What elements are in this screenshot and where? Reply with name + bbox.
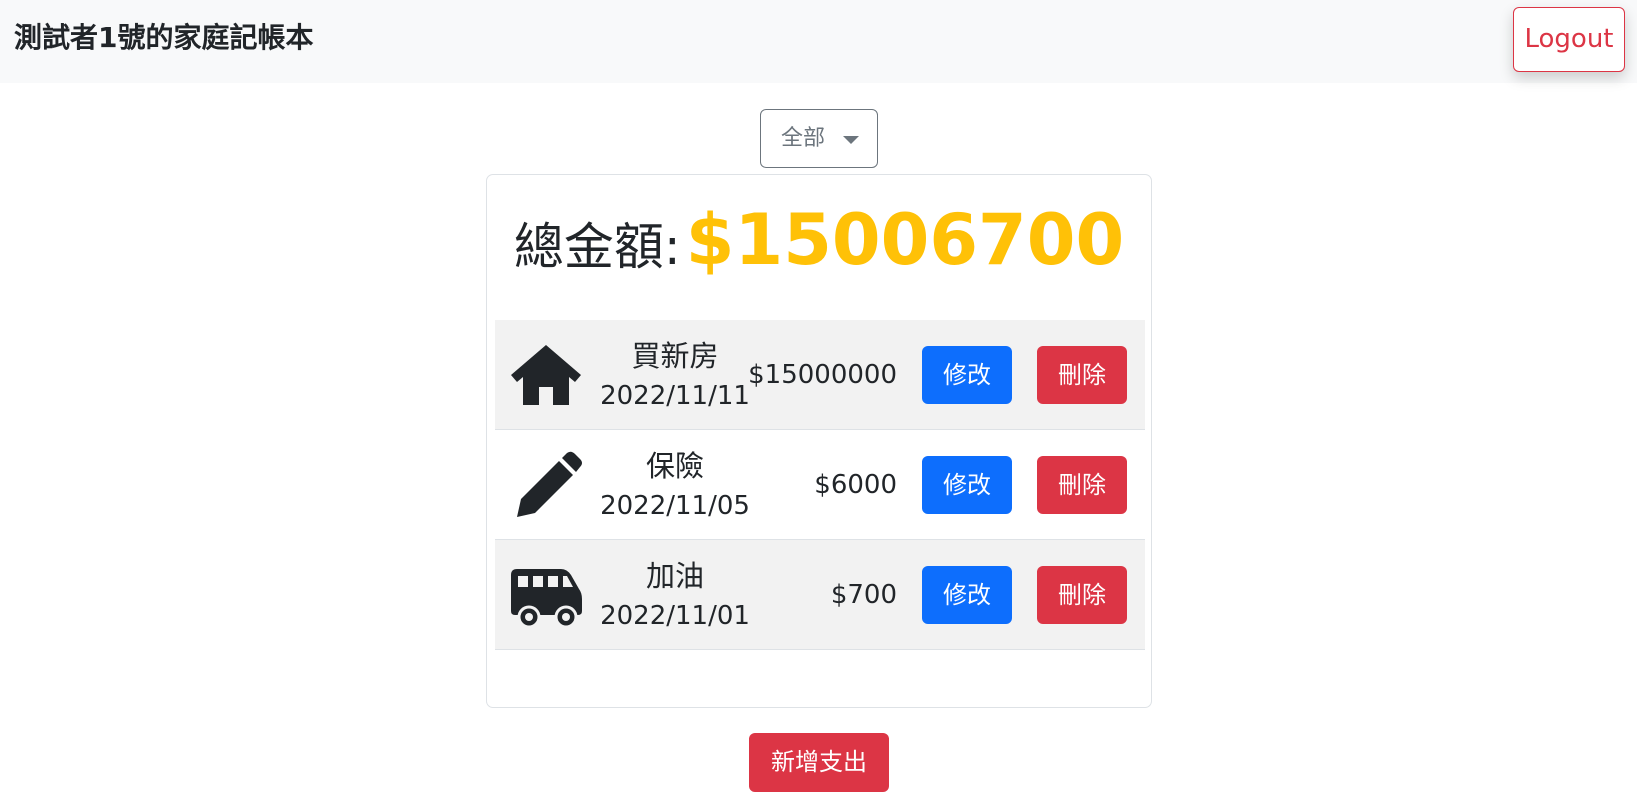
total-label: 總金額: [513,218,681,276]
app-title: 測試者1號的家庭記帳本 [14,21,314,54]
add-expense-button[interactable]: 新增支出 [749,733,889,792]
expense-date: 2022/11/05 [600,491,750,521]
expense-name: 買新房 [631,339,719,373]
logout-button[interactable]: Logout [1513,7,1625,72]
total-summary: 總金額: $15006700 [487,199,1151,281]
expense-row: 保險 2022/11/05 $6000 修改 刪除 [495,430,1145,540]
edit-button[interactable]: 修改 [922,346,1012,404]
expense-date: 2022/11/11 [600,381,750,411]
navbar: 測試者1號的家庭記帳本 Logout [0,0,1637,83]
expense-row: 買新房 2022/11/11 $15000000 修改 刪除 [495,320,1145,430]
delete-button[interactable]: 刪除 [1037,566,1127,624]
filter-selected-value: 全部 [781,126,826,151]
edit-button[interactable]: 修改 [922,566,1012,624]
expense-card: 總金額: $15006700 買新房 2022/11/11 $15000000 … [486,174,1152,708]
total-amount: $15006700 [685,199,1125,281]
category-filter-dropdown[interactable]: 全部 [760,109,878,168]
expense-row: 加油 2022/11/01 $700 修改 刪除 [495,540,1145,650]
expense-amount: $700 [830,580,897,610]
expense-amount: $6000 [814,470,897,500]
pencil-icon [509,451,583,519]
van-icon [509,561,583,629]
edit-button[interactable]: 修改 [922,456,1012,514]
expense-date: 2022/11/01 [600,601,750,631]
expense-name: 加油 [645,559,704,593]
delete-button[interactable]: 刪除 [1037,456,1127,514]
delete-button[interactable]: 刪除 [1037,346,1127,404]
chevron-down-icon [843,136,859,144]
house-icon [509,341,583,409]
expense-amount: $15000000 [748,360,897,390]
expense-name: 保險 [645,449,704,483]
